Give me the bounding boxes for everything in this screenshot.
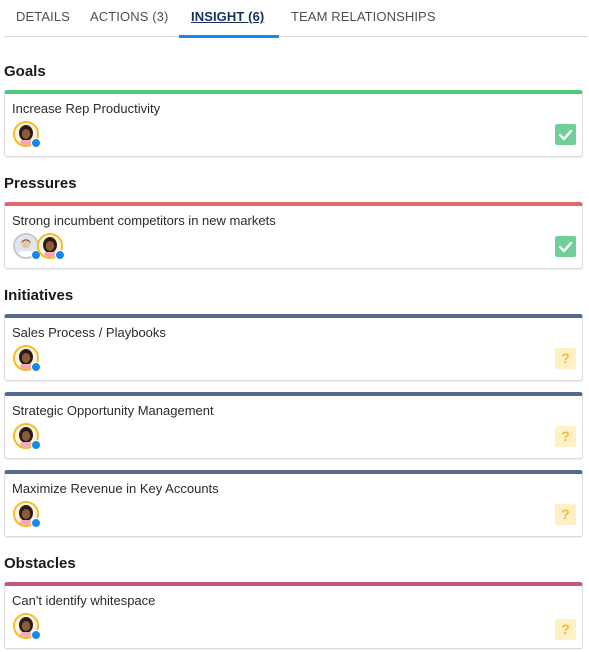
section-heading-goals: Goals — [4, 63, 46, 80]
initiative-card[interactable]: Maximize Revenue in Key Accounts ? — [4, 470, 583, 537]
checkmark-icon[interactable] — [555, 236, 576, 257]
question-icon[interactable]: ? — [555, 426, 576, 447]
question-icon[interactable]: ? — [555, 619, 576, 640]
linkedin-badge-icon — [31, 630, 41, 640]
card-title: Sales Process / Playbooks — [12, 325, 166, 340]
linkedin-badge-icon — [31, 138, 41, 148]
tab-insight[interactable]: INSIGHT (6) — [191, 0, 264, 37]
card-title: Strategic Opportunity Management — [12, 403, 214, 418]
pressure-card[interactable]: Strong incumbent competitors in new mark… — [4, 202, 583, 269]
active-tab-indicator — [179, 35, 279, 38]
checkmark-icon[interactable] — [555, 124, 576, 145]
section-heading-obstacles: Obstacles — [4, 555, 76, 572]
card-title: Increase Rep Productivity — [12, 101, 161, 116]
section-heading-initiatives: Initiatives — [4, 287, 74, 304]
linkedin-badge-icon — [31, 518, 41, 528]
linkedin-badge-icon — [31, 362, 41, 372]
obstacle-card[interactable]: Can't identify whitespace ? — [4, 582, 583, 649]
tab-actions[interactable]: ACTIONS (3) — [90, 0, 168, 37]
initiative-card[interactable]: Sales Process / Playbooks ? — [4, 314, 583, 381]
tab-team-relationships[interactable]: TEAM RELATIONSHIPS — [291, 0, 436, 37]
linkedin-badge-icon — [55, 250, 65, 260]
initiative-card[interactable]: Strategic Opportunity Management ? — [4, 392, 583, 459]
section-heading-pressures: Pressures — [4, 175, 77, 192]
card-title: Strong incumbent competitors in new mark… — [12, 213, 276, 228]
tab-bar: DETAILS ACTIONS (3) INSIGHT (6) TEAM REL… — [4, 0, 588, 38]
goal-card[interactable]: Increase Rep Productivity — [4, 90, 583, 157]
linkedin-badge-icon — [31, 440, 41, 450]
card-title: Can't identify whitespace — [12, 593, 156, 608]
tab-details[interactable]: DETAILS — [16, 0, 70, 37]
question-icon[interactable]: ? — [555, 348, 576, 369]
card-title: Maximize Revenue in Key Accounts — [12, 481, 219, 496]
question-icon[interactable]: ? — [555, 504, 576, 525]
